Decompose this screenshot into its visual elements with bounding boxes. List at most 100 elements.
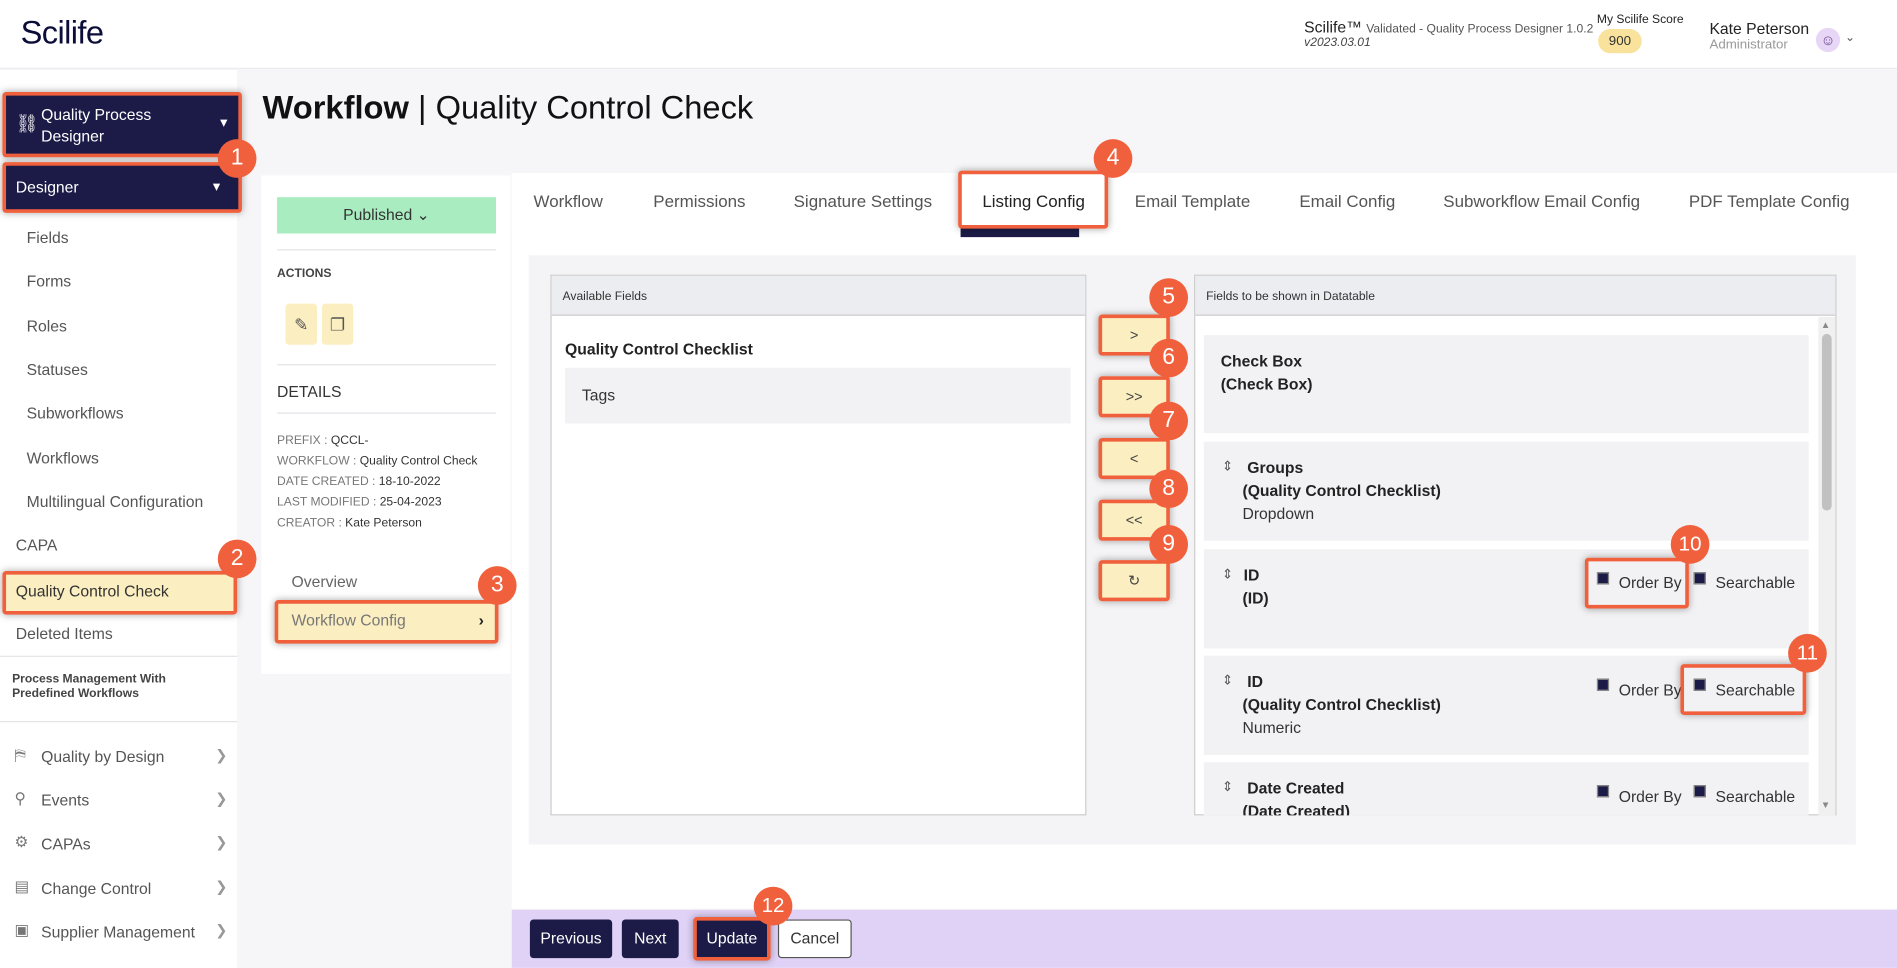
sidebar-item-forms[interactable]: Forms (27, 272, 72, 290)
chevron-right-icon: ❯ (215, 878, 228, 896)
sidebar-module-supplier-management[interactable]: ▣ Supplier Management ❯ (15, 918, 230, 947)
tab-signature-settings[interactable]: Signature Settings (794, 191, 932, 210)
sidebar-item-capa[interactable]: CAPA (16, 536, 58, 554)
searchable-checkbox[interactable] (1693, 785, 1706, 798)
detail-workflow: WORKFLOW : Quality Control Check (277, 454, 478, 469)
field-name: Groups (1247, 458, 1304, 477)
module-label: CAPAs (41, 834, 91, 853)
overview-link[interactable]: Overview (292, 572, 358, 590)
edit-pencil-icon[interactable]: ✎ (285, 303, 317, 345)
chevron-right-icon: ❯ (215, 921, 228, 939)
annotation-badge: 10 (1670, 525, 1710, 564)
annotation-badge: 6 (1149, 338, 1189, 378)
module-label: Events (41, 791, 90, 810)
annotation-badge: 5 (1149, 278, 1189, 317)
field-name: Date Created (1247, 779, 1345, 798)
field-source: (Quality Control Checklist) (1242, 481, 1441, 500)
module-label: Supplier Management (41, 923, 196, 942)
field-name: ID (1243, 566, 1260, 585)
order-by-checkbox[interactable] (1596, 678, 1610, 691)
annotation-badge: 9 (1149, 525, 1189, 564)
annotation-badge: 4 (1093, 139, 1133, 178)
annotation-badge: 12 (753, 886, 793, 926)
scilife-logo[interactable]: Scilife (21, 15, 105, 53)
sidebar-module-quality-by-design[interactable]: ⛿ Quality by Design ❯ (15, 743, 230, 772)
list-item[interactable]: Check Box (Check Box) (1203, 335, 1809, 434)
status-dropdown[interactable]: Published ⌄ (277, 197, 497, 234)
datatable-fields-header: Fields to be shown in Datatable (1195, 275, 1836, 316)
avatar-icon[interactable]: ☺ (1815, 27, 1841, 53)
active-tab-indicator (960, 227, 1080, 238)
card-divider (277, 412, 497, 414)
chevron-right-icon: ❯ (215, 833, 228, 851)
tab-email-config[interactable]: Email Config (1299, 191, 1395, 210)
details-label: DETAILS (277, 382, 342, 401)
scroll-up-icon[interactable]: ▲ (1821, 319, 1831, 330)
annotation-badge: 1 (217, 139, 257, 178)
detail-creator: CREATOR : Kate Peterson (277, 516, 422, 530)
highlight-box (1098, 560, 1170, 602)
tab-permissions[interactable]: Permissions (653, 191, 745, 210)
user-role: Administrator (1709, 37, 1788, 53)
available-group-title: Quality Control Checklist (564, 339, 753, 359)
app-version: v2023.03.01 (1304, 36, 1371, 50)
sidebar-item-multilingual[interactable]: Multilingual Configuration (27, 492, 204, 510)
tab-workflow[interactable]: Workflow (534, 191, 603, 210)
next-button[interactable]: Next (621, 919, 679, 959)
available-field-item[interactable]: Tags (564, 367, 1071, 424)
sidebar-item-subworkflows[interactable]: Subworkflows (27, 404, 124, 422)
sidebar-item-statuses[interactable]: Statuses (27, 361, 88, 379)
list-item[interactable]: ⇕ ID (ID) (1203, 549, 1809, 649)
module-label: Change Control (41, 879, 152, 898)
chevron-right-icon: ❯ (215, 746, 228, 764)
score-label: My Scilife Score (1596, 13, 1684, 27)
sidebar-module-events[interactable]: ⚲ Events ❯ (15, 786, 230, 815)
highlight-box (2, 162, 242, 213)
searchable-checkbox[interactable] (1693, 572, 1706, 585)
field-name: Check Box (1220, 352, 1302, 371)
user-name[interactable]: Kate Peterson (1709, 19, 1809, 37)
detail-last-modified: LAST MODIFIED : 25-04-2023 (277, 496, 442, 510)
previous-button[interactable]: Previous (529, 919, 613, 959)
sidebar-item-deleted-items[interactable]: Deleted Items (16, 624, 113, 642)
field-source: (Date Created) (1242, 802, 1350, 816)
cancel-button[interactable]: Cancel (777, 919, 852, 959)
location-pin-icon: ⚲ (14, 788, 27, 807)
sort-icon[interactable]: ⇕ (1222, 779, 1233, 795)
sort-icon[interactable]: ⇕ (1222, 459, 1233, 475)
sidebar-item-workflows[interactable]: Workflows (27, 449, 99, 467)
signpost-icon: ⛿ (14, 745, 26, 764)
chevron-down-icon: ⌄ (416, 205, 430, 224)
annotation-badge: 3 (477, 566, 517, 605)
module-label: Quality by Design (41, 747, 165, 766)
tab-pdf-template-config[interactable]: PDF Template Config (1689, 191, 1850, 210)
list-item[interactable]: ⇕ Groups (Quality Control Checklist) Dro… (1203, 441, 1809, 541)
order-by-label: Order By (1618, 787, 1682, 806)
actions-label: ACTIONS (277, 267, 332, 281)
highlight-box (1680, 664, 1807, 715)
chevron-down-icon[interactable]: ⌄ (1845, 31, 1855, 44)
sidebar-item-fields[interactable]: Fields (27, 229, 69, 247)
sort-icon[interactable]: ⇕ (1222, 566, 1233, 582)
boxes-icon: ▣ (14, 920, 30, 939)
sidebar-module-change-control[interactable]: ▤ Change Control ❯ (15, 875, 230, 904)
annotation-badge: 2 (217, 539, 257, 579)
tab-subworkflow-email-config[interactable]: Subworkflow Email Config (1443, 191, 1640, 210)
sort-icon[interactable]: ⇕ (1222, 673, 1233, 689)
tab-email-template[interactable]: Email Template (1135, 191, 1250, 210)
order-by-checkbox[interactable] (1596, 785, 1610, 798)
detail-date-created: DATE CREATED : 18-10-2022 (277, 475, 441, 489)
field-source: (ID) (1242, 589, 1269, 608)
app-subtitle: Validated - Quality Process Designer 1.0… (1366, 22, 1594, 37)
sidebar-module-capas[interactable]: ⚙ CAPAs ❯ (15, 830, 230, 859)
document-icon: ▤ (14, 877, 30, 896)
scrollbar-thumb[interactable] (1821, 333, 1832, 511)
annotation-badge: 8 (1149, 469, 1189, 509)
score-badge: 900 (1598, 29, 1642, 54)
highlight-box (1584, 557, 1689, 609)
copy-icon[interactable]: ❐ (321, 303, 354, 345)
factory-icon: ⚙ (14, 832, 29, 851)
sidebar-item-roles[interactable]: Roles (27, 317, 67, 335)
scroll-down-icon[interactable]: ▼ (1821, 800, 1831, 811)
searchable-label: Searchable (1715, 573, 1796, 592)
